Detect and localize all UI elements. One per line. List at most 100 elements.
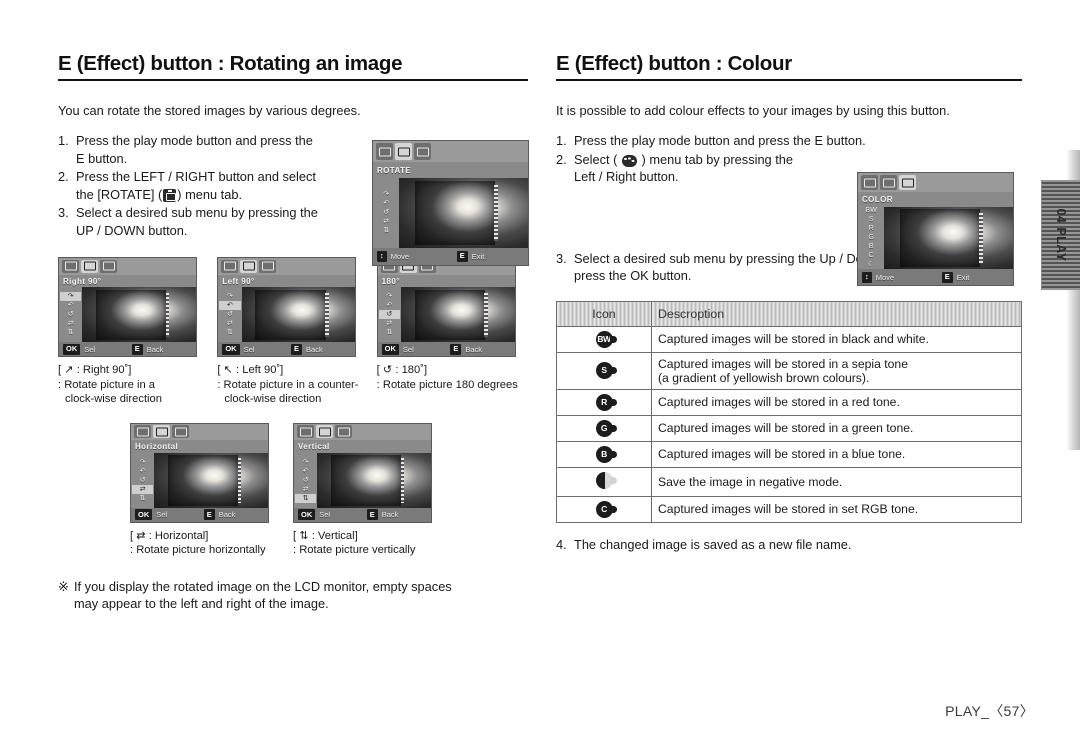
lcd-preview-photo [317,452,431,508]
lcd-side-item: ↺ [139,476,146,484]
lcd-menu-tabs [131,423,268,441]
step-number: 3. [58,205,69,220]
step-number: 4. [556,536,567,552]
colour-badge-blue: B [595,445,617,463]
rotate-option: Left 90° ↷ ↶ ↺ ⇄ ⇅ OK Sel E Back [↖: L… [217,257,376,407]
caption-desc: : Rotate picture vertically [293,544,416,556]
lcd-side-item: ↷ [139,458,146,466]
lcd-body: ↷ ↶ ↺ ⇄ ⇅ [218,287,356,343]
lcd-bottom-bar: OK Sel E Back [218,342,356,356]
left-column: E (Effect) button : Rotating an image Yo… [58,52,536,613]
step-line: Select ( ) menu tab by pressing the [574,151,1022,169]
lcd-bottom-bar: ↕ Move E Exit [858,269,1013,285]
row-description: Captured images will be stored in black … [651,325,1022,353]
move-label: Move [390,251,410,261]
lcd-screenshot-rotate-menu: ROTATE ↷ ↶ ↺ ⇄ ⇅ ↕ Move E Exit [372,140,529,266]
move-key: ↕ [862,271,872,283]
step-line: Press the play mode button and press the… [574,133,866,148]
lcd-side-item: BW [865,207,877,215]
lcd-side-item: ⇄ [227,320,233,328]
lcd-side-item: ⇅ [383,227,390,235]
lcd-side-item: ↷ [227,293,233,301]
lcd-side-menu: BW S R G B C ☾ [858,206,885,270]
colour-badge-bw: BW [595,330,617,348]
ok-label: Sel [402,344,414,354]
rotate-options-row-1: Right 90° ↷ ↶ ↺ ⇄ ⇅ OK Sel E Back [↗: … [58,257,536,407]
column-header-description: Descroption [651,300,1022,327]
lcd-side-item: ↺ [67,311,74,319]
back-key: E [366,509,378,521]
lcd-side-item: S [868,216,874,224]
lcd-side-item: ↶ [139,467,146,475]
note-line: If you display the rotated image on the … [74,578,452,594]
lcd-side-menu: ↷ ↶ ↺ ⇄ ⇅ [373,178,400,248]
table-row: BW Captured images will be stored in bla… [556,325,1022,353]
lcd-side-item: ⇄ [67,320,74,328]
table-row: C Captured images will be stored in set … [556,495,1022,523]
table-row: R Captured images will be stored in a re… [556,388,1022,416]
lcd-side-item: ↷ [302,458,309,466]
ok-label: Sel [156,510,168,520]
row-icon-cell: C [556,495,652,523]
lcd-screenshot-colour-menu: COLOR BW S R G B C ☾ ↕ Move E Exit [857,172,1014,286]
row-icon-cell: BW [556,325,652,353]
ok-key: OK [381,343,399,355]
caption-desc-cont: clock-wise direction [224,393,322,405]
rotate-note: ※ If you display the rotated image on th… [58,578,536,613]
back-label: Back [381,510,399,520]
lcd-body: ↷ ↶ ↺ ⇄ ⇅ [373,178,528,248]
lcd-menu-tabs [373,141,528,163]
lcd-bottom-bar: OK Sel E Back [131,507,268,522]
lcd-tab-colour [259,259,277,273]
lcd-tab-resize [221,259,239,273]
lcd-bottom-bar: ↕ Move E Exit [373,247,528,265]
lcd-body: ↷ ↶ ↺ ⇄ ⇅ [131,452,268,508]
lcd-side-item: ↶ [383,200,390,208]
colour-effects-table: Icon Descroption BW Captured images will… [556,300,1022,523]
lcd-tab-resize [134,425,151,439]
lcd-tab-rotate [81,259,98,273]
exit-key: E [456,250,468,262]
table-header-row: Icon Descroption [556,300,1022,327]
step-line-post: ) menu tab. [177,186,243,202]
lcd-side-item: ⇄ [131,484,154,494]
lcd-side-item: B [868,243,874,251]
lcd-screenshot-180: 180° ↷ ↶ ↺ ⇄ ⇅ OK Sel E Back [376,257,516,357]
lcd-tab-colour [899,175,916,190]
lcd-tab-rotate [316,425,333,439]
lcd-menu-tabs [858,173,1013,193]
step-line-pre: Select ( [574,151,621,167]
lcd-title: Right 90° [59,274,196,288]
lcd-title: ROTATE [373,162,528,179]
lcd-side-item: ⇄ [386,320,393,328]
back-label: Back [218,510,236,520]
lcd-screenshot-vertical: Vertical ↷ ↶ ↺ ⇄ ⇅ OK Sel E Back [293,422,432,523]
lcd-screenshot-horizontal: Horizontal ↷ ↶ ↺ ⇄ ⇅ OK Sel E Back [130,422,269,523]
lcd-tab-resize [861,175,878,190]
step-text: The changed image is saved as a new file… [574,536,852,552]
lcd-menu-tabs [218,258,356,275]
lcd-side-item: C [868,252,874,260]
lcd-side-item: ↶ [219,301,241,311]
chapter-tab-label: 04 PLAY [1054,208,1068,262]
lcd-side-item: ↺ [227,311,233,319]
lcd-title: Vertical [294,440,431,453]
row-icon-cell [556,466,652,497]
right-step-4: 4. The changed image is saved as a new f… [556,537,1022,552]
ok-label: Sel [243,344,255,354]
ok-label: Sel [84,344,96,354]
rotate-option: 180° ↷ ↶ ↺ ⇄ ⇅ OK Sel E Back [↺: 180˚]… [376,257,536,407]
ok-key: OK [298,509,316,521]
row-description: Save the image in negative mode. [651,466,1022,497]
row-description: Captured images will be stored in a sepi… [651,351,1022,390]
table-body: BW Captured images will be stored in bla… [556,325,1022,523]
lcd-side-item: ↶ [386,302,393,310]
manual-page: E (Effect) button : Rotating an image Yo… [0,0,1080,745]
move-label: Move [875,272,895,282]
left-intro-text: You can rotate the stored images by vari… [58,103,361,118]
step-line-pre: the [ROTATE] ( [76,186,163,202]
lcd-title: COLOR [858,192,1013,207]
lcd-tab-resize [297,425,314,439]
table-row: G Captured images will be stored in a gr… [556,414,1022,442]
caption-desc: : Rotate picture 180 degrees [376,378,518,391]
